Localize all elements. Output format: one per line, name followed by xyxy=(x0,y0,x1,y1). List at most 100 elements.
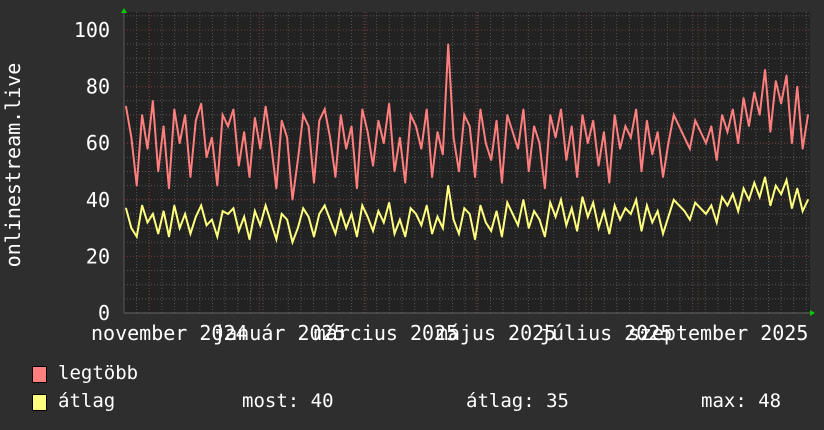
y-axis-arrow-icon xyxy=(121,8,127,13)
data-point xyxy=(307,215,310,218)
y-tick-label: 60 xyxy=(86,131,110,155)
data-point xyxy=(522,108,525,111)
data-point xyxy=(291,199,294,201)
data-point xyxy=(237,230,240,232)
data-point xyxy=(323,108,326,111)
data-point xyxy=(662,176,664,178)
data-point xyxy=(758,196,761,198)
data-point xyxy=(479,204,482,207)
data-point xyxy=(511,213,514,215)
data-point xyxy=(189,232,192,235)
data-point xyxy=(501,182,503,184)
y-tick-label: 20 xyxy=(86,244,110,268)
data-point xyxy=(554,215,557,218)
data-point xyxy=(135,235,138,238)
data-point xyxy=(318,213,321,215)
data-point xyxy=(399,218,401,221)
data-point xyxy=(656,131,659,133)
data-point xyxy=(672,199,675,201)
data-point xyxy=(399,136,401,139)
data-point xyxy=(538,218,541,221)
data-point xyxy=(581,196,584,198)
data-point xyxy=(415,125,417,128)
data-point xyxy=(608,232,611,235)
data-point xyxy=(275,187,278,190)
data-point xyxy=(721,114,723,116)
legend-swatch-max xyxy=(32,366,47,383)
data-point xyxy=(254,116,256,119)
data-point xyxy=(560,108,562,111)
data-point xyxy=(742,187,745,190)
data-point xyxy=(549,201,552,204)
data-point xyxy=(533,210,535,212)
data-point xyxy=(173,108,176,111)
data-point xyxy=(463,207,466,210)
x-tick-label: szeptember 2025 xyxy=(628,321,809,345)
data-point xyxy=(474,238,476,241)
data-point xyxy=(490,159,492,161)
data-point xyxy=(130,136,133,139)
data-point xyxy=(624,125,627,128)
data-point xyxy=(646,204,648,207)
data-point xyxy=(791,207,793,210)
data-point xyxy=(254,210,256,212)
data-point xyxy=(388,201,390,204)
data-point xyxy=(689,218,691,221)
data-point xyxy=(318,119,321,122)
data-point xyxy=(807,114,809,116)
data-point xyxy=(678,204,680,207)
data-point xyxy=(764,176,766,178)
data-point xyxy=(533,125,535,128)
data-point xyxy=(748,199,750,201)
data-point xyxy=(715,159,718,161)
data-point xyxy=(205,156,208,159)
data-point xyxy=(774,80,777,82)
data-point xyxy=(227,213,229,215)
data-point xyxy=(570,125,573,128)
data-point xyxy=(334,232,337,235)
data-point xyxy=(710,204,713,207)
data-point xyxy=(350,213,353,215)
data-point xyxy=(662,232,664,235)
data-point xyxy=(753,182,756,184)
x-tick-label: május 2025 xyxy=(436,321,556,345)
data-point xyxy=(447,43,450,45)
data-point xyxy=(608,182,611,184)
data-point xyxy=(603,210,605,212)
data-point xyxy=(377,119,380,122)
data-point xyxy=(157,232,160,235)
data-point xyxy=(517,224,519,227)
data-point xyxy=(613,204,616,207)
data-point xyxy=(506,201,509,204)
data-point xyxy=(205,224,208,227)
data-point xyxy=(302,207,305,210)
data-point xyxy=(388,102,390,105)
data-point xyxy=(501,235,503,238)
data-point xyxy=(581,114,584,116)
data-point xyxy=(329,218,331,221)
data-point xyxy=(544,187,546,190)
data-point xyxy=(377,210,380,212)
data-point xyxy=(393,232,396,235)
data-point xyxy=(334,176,337,178)
data-point xyxy=(484,142,487,144)
data-point xyxy=(565,224,568,227)
data-point xyxy=(511,131,514,133)
data-point xyxy=(495,119,498,122)
data-point xyxy=(447,184,450,187)
data-point xyxy=(576,176,578,178)
data-point xyxy=(490,230,492,232)
data-point xyxy=(726,204,729,207)
data-point xyxy=(248,238,251,241)
data-point xyxy=(769,131,772,133)
data-point xyxy=(640,170,643,173)
data-point xyxy=(168,235,170,238)
data-point xyxy=(587,215,589,218)
data-point xyxy=(200,102,202,105)
data-point xyxy=(420,148,423,150)
data-point xyxy=(463,114,466,116)
data-point xyxy=(592,201,594,204)
data-point xyxy=(635,108,637,111)
data-point xyxy=(506,114,509,116)
data-point xyxy=(393,170,396,173)
